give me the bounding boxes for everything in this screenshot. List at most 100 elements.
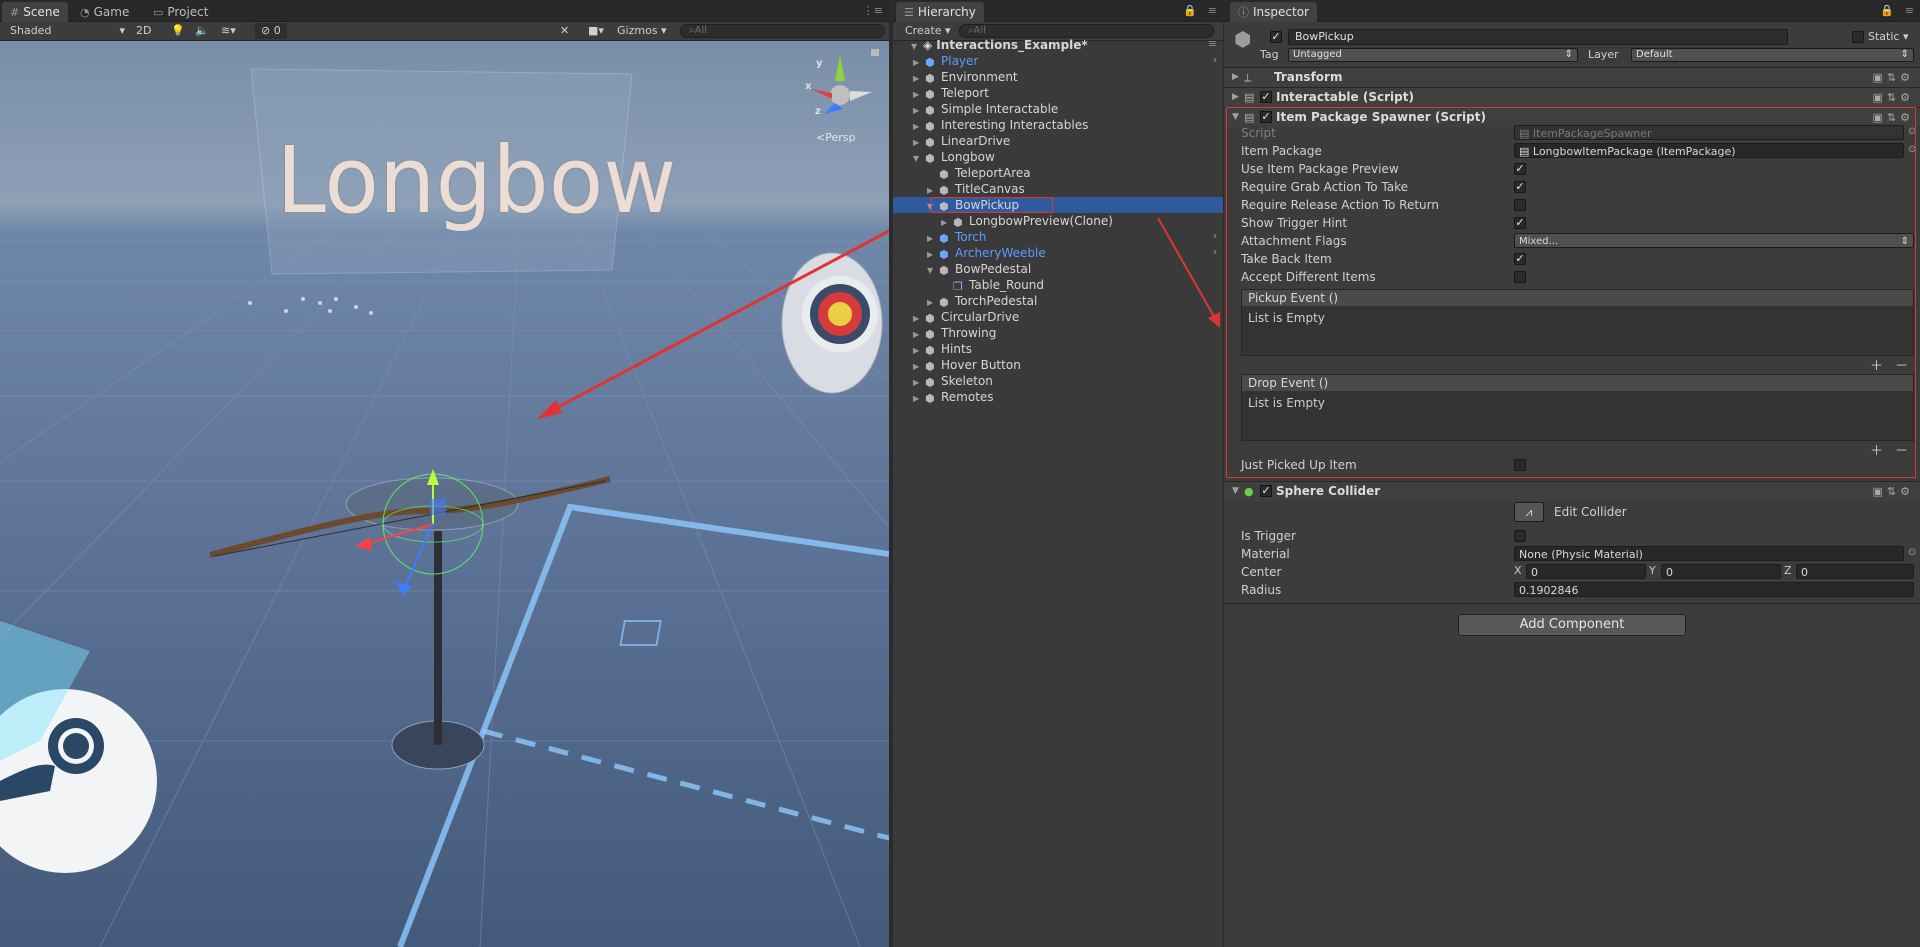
center-label: Center	[1241, 565, 1282, 579]
hierarchy-row[interactable]: ▶ ⬢ Player	[913, 53, 978, 69]
hierarchy-row[interactable]: ❐ Table_Round	[941, 277, 1044, 293]
static-label[interactable]: Static ▾	[1868, 30, 1908, 43]
dropdown-arrow-icon: ⇕	[1900, 49, 1909, 60]
panel-menu-icon[interactable]: ≡	[1905, 4, 1914, 17]
hierarchy-row-label: TorchPedestal	[955, 294, 1038, 308]
material-label: Material	[1241, 547, 1290, 561]
hierarchy-row[interactable]: ▼ ⬢ Longbow	[913, 149, 995, 165]
collider-enabled-checkbox[interactable]: ✓	[1260, 485, 1272, 497]
tools-icon[interactable]: ✕	[560, 23, 569, 39]
scene-search-input[interactable]: ⌕All	[680, 24, 885, 38]
hierarchy-row[interactable]: ▶ ⬢ Hover Button	[913, 357, 1021, 373]
hierarchy-row-label: TeleportArea	[955, 166, 1031, 180]
edit-collider-button[interactable]: ⩘	[1514, 502, 1544, 522]
hierarchy-row-label: LinearDrive	[941, 134, 1011, 148]
hierarchy-row[interactable]: ▶ ⬢ Throwing	[913, 325, 996, 341]
hierarchy-row[interactable]: ▶ ⬢ ArcheryWeeble	[927, 245, 1046, 261]
panel-menu-icon[interactable]: ≡	[1208, 4, 1217, 17]
gameobject-cube-icon: ❐	[953, 280, 963, 293]
hierarchy-row[interactable]: ⬢ TeleportArea	[927, 165, 1031, 181]
hierarchy-row[interactable]: ▶ ⬢ TorchPedestal	[927, 293, 1037, 309]
gameobject-cube-icon: ⬢	[925, 360, 935, 373]
gizmo-cone-x	[811, 89, 832, 99]
fold-closed-icon: ▶	[1232, 72, 1239, 82]
lighting-icon[interactable]: 💡	[171, 23, 185, 39]
script-icon: ▤	[1244, 91, 1255, 104]
is-trigger-checkbox[interactable]	[1514, 530, 1526, 542]
edit-collider-label: Edit Collider	[1554, 505, 1627, 519]
gameobject-cube-icon: ⬢	[925, 136, 935, 149]
hierarchy-row[interactable]: ▶ ⬢ CircularDrive	[913, 309, 1019, 325]
add-component-button[interactable]: Add Component	[1458, 614, 1686, 636]
center-z-label: Z	[1784, 564, 1792, 577]
interactable-component-header[interactable]: ▶ ▤ ✓ Interactable (Script) ▣⇅⚙	[1224, 87, 1920, 107]
component-tools-icon[interactable]: ▣⇅⚙	[1873, 71, 1914, 84]
tab-inspector[interactable]: ⓘ Inspector	[1230, 2, 1317, 22]
camera-icon[interactable]: ■▾	[588, 23, 604, 39]
hierarchy-row-label: TitleCanvas	[955, 182, 1025, 196]
scene-view-panel: # Scene ◔ Game ▭ Project ⋮≡ Shaded ▾ 2D 💡 🔈 …	[0, 0, 889, 947]
hierarchy-panel: ☰ Hierarchy 🔒 ≡ Create ▾ ⌕All ▼ ◈ Interacti…	[893, 0, 1223, 947]
prefab-open-arrow-icon[interactable]: ›	[1213, 53, 1217, 69]
tab-game[interactable]: ◔ Game	[72, 2, 137, 22]
scene-root-row[interactable]: ▼ ◈ Interactions_Example*	[911, 37, 1088, 53]
hierarchy-row[interactable]: ▶ ⬢ Hints	[913, 341, 972, 357]
persp-label[interactable]: <Persp	[816, 131, 855, 144]
radius-label: Radius	[1241, 583, 1282, 597]
hierarchy-row[interactable]: ▶ ⬢ Environment	[913, 69, 1018, 85]
hierarchy-row[interactable]: ▶ ⬢ Interesting Interactables	[913, 117, 1088, 133]
lock-icon[interactable]	[871, 49, 879, 56]
sphere-collider-icon: ●	[1244, 485, 1254, 498]
hierarchy-row[interactable]: ▶ ⬢ Simple Interactable	[913, 101, 1058, 117]
divider	[1224, 603, 1920, 604]
hierarchy-search-input[interactable]: ⌕All	[959, 24, 1214, 38]
material-field[interactable]: None (Physic Material)	[1514, 546, 1904, 561]
component-tools-icon[interactable]: ▣⇅⚙	[1873, 485, 1914, 498]
fold-open-icon[interactable]: ▼	[927, 263, 939, 279]
static-checkbox[interactable]	[1852, 31, 1864, 43]
audio-icon[interactable]: 🔈	[195, 23, 209, 39]
hierarchy-row[interactable]: ▶ ⬢ LongbowPreview(Clone)	[941, 213, 1113, 229]
fold-closed-icon[interactable]: ▶	[913, 391, 925, 407]
panel-menu-icon[interactable]: ⋮≡	[863, 4, 883, 17]
scene-viewport[interactable]: Longbow y x z <Persp	[0, 41, 889, 947]
hierarchy-row[interactable]: ▶ ⬢ LinearDrive	[913, 133, 1010, 149]
tab-scene[interactable]: # Scene	[2, 2, 68, 22]
transform-component-header[interactable]: ▶ ⟂ Transform ▣⇅⚙	[1224, 67, 1920, 87]
lock-icon[interactable]: 🔒	[1880, 4, 1894, 17]
interactable-enabled-checkbox[interactable]: ✓	[1260, 91, 1272, 103]
hierarchy-row[interactable]: ▶ ⬢ Torch	[927, 229, 987, 245]
shading-dropdown[interactable]: Shaded ▾	[10, 23, 125, 39]
hidden-objects-toggle[interactable]: ⊘ 0	[255, 23, 287, 39]
center-z-field[interactable]: 0	[1796, 564, 1914, 579]
hierarchy-row-label: CircularDrive	[941, 310, 1020, 324]
hierarchy-row-label: Teleport	[941, 86, 989, 100]
pedestal-pole	[434, 531, 442, 745]
layer-dropdown[interactable]: Default ⇕	[1631, 48, 1914, 62]
object-name-field[interactable]: BowPickup	[1288, 29, 1788, 45]
component-tools-icon[interactable]: ▣⇅⚙	[1873, 91, 1914, 104]
tag-dropdown[interactable]: Untagged ⇕	[1288, 48, 1578, 62]
2d-toggle-button[interactable]: 2D	[136, 23, 151, 39]
hierarchy-row[interactable]: ▼ ⬢ BowPedestal	[927, 261, 1031, 277]
object-picker-icon[interactable]: ⊙	[1908, 547, 1916, 558]
sphere-collider-header[interactable]: ▼ ● ✓ Sphere Collider ▣⇅⚙	[1224, 481, 1920, 501]
hierarchy-row[interactable]: ▶ ⬢ TitleCanvas	[927, 181, 1025, 197]
tab-project[interactable]: ▭ Project	[145, 2, 216, 22]
center-y-field[interactable]: 0	[1661, 564, 1781, 579]
hierarchy-row[interactable]: ▶ ⬢ Skeleton	[913, 373, 993, 389]
radius-field[interactable]: 0.1902846	[1514, 582, 1914, 597]
center-x-field[interactable]: 0	[1526, 564, 1646, 579]
hierarchy-row[interactable]: ▶ ⬢ Remotes	[913, 389, 994, 405]
fold-open-icon: ▼	[1232, 486, 1239, 496]
inspector-panel: ⓘ Inspector 🔒 ≡ ⬢ ✓ BowPickup Static ▾ Ta…	[1224, 0, 1920, 947]
scene-menu-icon[interactable]: ≡	[1208, 37, 1217, 50]
hierarchy-row-label: ArcheryWeeble	[955, 246, 1046, 260]
fold-open-icon[interactable]: ▼	[913, 151, 925, 167]
tab-hierarchy[interactable]: ☰ Hierarchy	[896, 2, 984, 22]
lock-icon[interactable]: 🔒	[1183, 4, 1197, 17]
active-checkbox[interactable]: ✓	[1270, 31, 1282, 43]
gizmos-dropdown[interactable]: Gizmos ▾	[617, 23, 667, 39]
effects-icon[interactable]: ≋▾	[221, 23, 236, 39]
hierarchy-row[interactable]: ▶ ⬢ Teleport	[913, 85, 989, 101]
